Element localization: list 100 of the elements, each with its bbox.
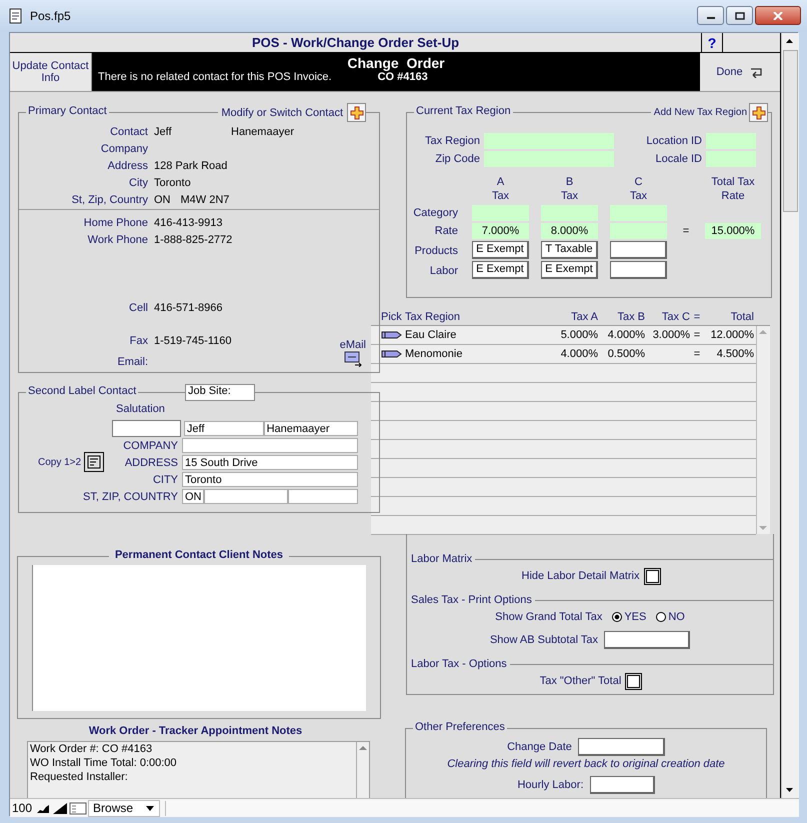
products-tax-field[interactable] [610,241,667,259]
option-label: Show Grand Total Tax [495,611,602,623]
field-label: City [128,176,148,188]
field-value: 416-413-9913 [154,216,223,228]
caret-icon [145,804,156,812]
mode-dropdown[interactable]: Browse [88,800,160,816]
field-value: 128 Park Road [154,160,228,172]
salutation-field[interactable] [112,420,181,437]
checkbox[interactable] [646,570,658,582]
add-button[interactable] [749,103,768,122]
column-heading: Tax [630,189,648,203]
field-label: Change Date [507,741,572,753]
column-letter: A [496,175,504,189]
radio-button[interactable] [656,612,666,622]
category-field[interactable] [541,205,598,221]
copy-label: Copy 1>2 [38,456,82,468]
country-field[interactable] [288,489,358,504]
total-label: Total Tax Rate [710,175,756,203]
update-contact-button[interactable]: Update Contact Info [10,53,92,91]
checkbox[interactable] [627,674,640,688]
text-field[interactable] [182,438,358,453]
hourly-labor-field[interactable] [590,776,655,794]
scroll-thumb[interactable] [783,50,798,212]
state-field[interactable]: ON [182,489,204,504]
labor-tax-field[interactable] [610,261,667,279]
radio-button[interactable] [612,612,622,622]
section-title: Sales Tax - Print Options [410,593,533,607]
copy-button[interactable] [84,452,104,472]
category-field[interactable] [610,205,667,221]
column-letter: C [634,175,642,189]
status-area-icon[interactable] [69,801,88,815]
field-label: Rate [434,224,459,239]
products-tax-field[interactable]: E Exempt [472,241,529,259]
field-label: Work Phone [86,234,148,246]
option-label: Hide Labor Detail Matrix [522,570,640,582]
note-line: Requested Installer: [30,771,129,785]
rate-field[interactable]: 7.000% [472,223,529,239]
table-cell-text: 5.000% [560,329,598,341]
first-name-field[interactable]: Jeff [184,421,264,436]
field-label: Email: [116,356,148,368]
table-cell-text: 4.500% [716,348,754,360]
text-field[interactable]: Toronto [182,472,358,487]
table-cell-text: = [692,348,702,360]
maximize-button[interactable] [726,6,753,25]
field-label: Contact [109,126,148,138]
column-heading: Tax [560,189,578,203]
job-site-field[interactable]: Job Site: [185,384,255,401]
option-label: Show AB Subtotal Tax [490,634,598,646]
zoom-level[interactable]: 100 [10,801,34,815]
zip-code-field[interactable] [484,151,614,167]
tax-region-field[interactable] [484,133,614,149]
add-button[interactable] [347,103,366,122]
products-tax-field[interactable]: T Taxable [541,241,598,259]
locale-id-field[interactable] [706,151,756,167]
field-label: ADDRESS [124,456,178,468]
rate-field[interactable] [610,223,667,239]
section-title: Labor Tax - Options [410,657,508,671]
rate-field[interactable]: 8.000% [541,223,598,239]
last-name-field[interactable]: Hanemaayer [264,421,358,436]
notes-field[interactable] [32,565,366,711]
field-label: Zip Code [434,152,481,167]
done-button[interactable]: Done [700,53,780,91]
field-label: Labor [428,264,459,279]
column-letter: B [566,175,574,189]
maximize-icon [734,12,744,20]
table-cell-text: 4.000% [560,348,598,360]
plus-icon [752,106,766,120]
pencil-icon[interactable] [381,349,403,359]
table-cell-text: Eau Claire [405,329,458,341]
labor-tax-field[interactable]: E Exempt [472,261,529,279]
zip-field[interactable] [204,489,288,504]
text-field[interactable] [604,631,690,649]
field-label: St, Zip, Country [70,194,148,206]
table-cell-text: = [692,329,702,341]
minimize-button[interactable] [697,6,724,25]
appointment-notes-field[interactable]: Work Order #: CO #4163 WO Install Time Total: 0:00:00 Requested Installer: [27,741,370,798]
email-button[interactable]: eMail [340,339,366,367]
change-date-field[interactable] [578,738,665,756]
plus-icon [350,106,364,120]
labor-tax-field[interactable]: E Exempt [541,261,598,279]
help-button[interactable]: ? [701,33,723,52]
pencil-icon[interactable] [381,330,403,340]
table-cell-text: Menomonie [405,348,464,360]
location-id-field[interactable] [706,133,756,149]
section-title: Labor Matrix [410,552,474,566]
group-title: Primary Contact [26,104,109,118]
close-icon [773,12,783,20]
category-field[interactable] [472,205,529,221]
column-header: Tax C [660,311,690,323]
field-value: 1-888-825-2772 [154,234,232,246]
close-button[interactable] [755,6,801,25]
field-label: Address [106,160,148,172]
document-icon [86,454,102,470]
zoom-in-icon[interactable] [52,801,68,815]
column-heading: Tax [492,189,510,203]
modify-contact-label: Modify or Switch Contact [221,106,343,118]
table-cell-text: 12.000% [710,329,754,341]
text-field[interactable]: 15 South Drive [182,455,358,470]
total-rate-field[interactable]: 15.000% [705,223,761,239]
document-icon [8,8,24,24]
